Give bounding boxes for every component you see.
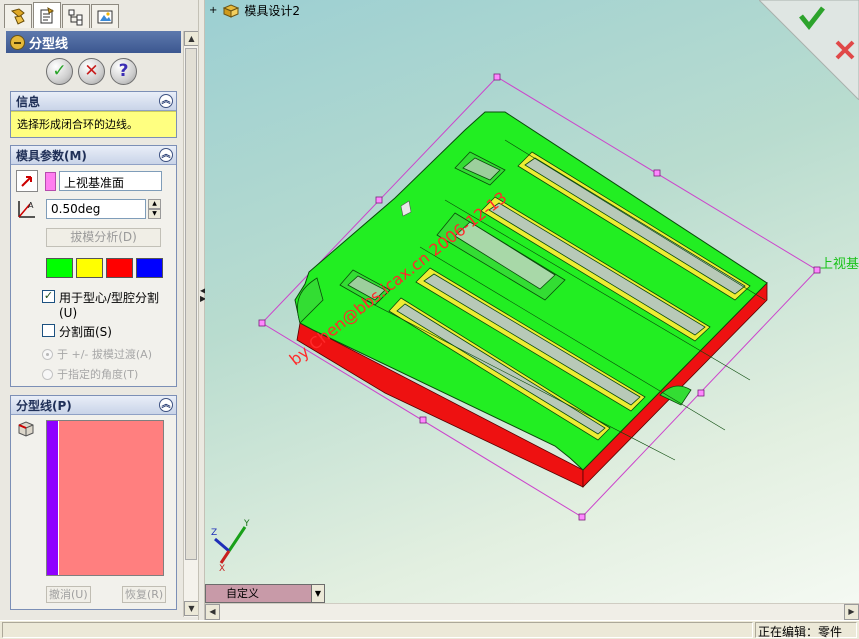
confirmation-corner	[759, 0, 859, 100]
parting-line-edge-list[interactable]	[46, 420, 164, 576]
parting-line-feature-icon	[10, 34, 25, 50]
collapse-icon[interactable]: ︽	[159, 398, 173, 412]
property-manager-title: 分型线	[6, 31, 181, 53]
scroll-left-icon[interactable]: ◀	[205, 604, 220, 620]
scroll-right-icon[interactable]: ▶	[844, 604, 859, 620]
spin-down-icon[interactable]: ▼	[148, 209, 161, 219]
feature-tree-icon	[10, 7, 25, 25]
help-icon: ?	[118, 61, 129, 81]
draft-angle-spinner[interactable]: ▲ ▼	[148, 199, 161, 219]
view-orientation-select[interactable]: 自定义 ▼	[205, 584, 325, 603]
draft-analysis-button[interactable]: 拔模分析(D)	[46, 228, 161, 247]
split-faces-checkbox-row[interactable]: 分割面(S)	[42, 323, 112, 340]
draft-angle-row: A 0.50deg ▲ ▼	[16, 198, 161, 220]
property-manager-scrollbar[interactable]: ▲ ▼	[183, 31, 199, 617]
close-icon: ✕	[84, 61, 99, 81]
svg-text:A: A	[28, 201, 34, 210]
collapse-icon[interactable]: ︽	[159, 148, 173, 162]
part-name: 模具设计2	[244, 4, 301, 18]
manager-tabs	[4, 2, 120, 30]
edge-selection-icon	[18, 421, 34, 437]
color-swatch-negative[interactable]	[106, 258, 133, 278]
panel-splitter[interactable]: ◀ ▶	[198, 0, 206, 620]
reverse-direction-button[interactable]	[16, 170, 38, 192]
scroll-thumb[interactable]	[185, 48, 197, 560]
reference-triad: Y Z X	[211, 519, 250, 571]
mold-params-title: 模具参数(M)	[16, 148, 87, 163]
draft-angle-field[interactable]: 0.50deg	[46, 199, 146, 219]
mold-params-header[interactable]: 模具参数(M) ︽	[11, 146, 176, 165]
chevron-down-icon[interactable]: ▼	[311, 585, 324, 602]
transition-option-row[interactable]: 于 +/- 拔模过渡(A)	[42, 346, 152, 362]
help-button[interactable]: ?	[110, 58, 137, 85]
configuration-icon	[68, 9, 83, 25]
color-swatch-positive[interactable]	[46, 258, 73, 278]
reverse-direction-icon	[21, 176, 32, 187]
plane-label: 上视基	[820, 257, 859, 272]
tab-feature-manager[interactable]	[4, 4, 32, 28]
angle-label: 于指定的角度(T)	[57, 368, 139, 381]
scroll-up-icon[interactable]: ▲	[184, 31, 199, 46]
ok-button[interactable]: ✓	[46, 58, 73, 85]
core-cavity-checkbox-row[interactable]: ✓ 用于型心/型腔分割(U)	[42, 289, 172, 320]
angle-radio[interactable]	[42, 368, 53, 380]
draft-angle-icon: A	[18, 201, 35, 218]
solidworks-window: 分型线 ✓ ✕ ? 信息 ︽ 选择形成闭合环的边线。 模具参数(M) ︽ 上视基…	[0, 0, 859, 639]
redo-button[interactable]: 恢复(R)	[122, 586, 167, 603]
parting-line-title: 分型线(P)	[16, 398, 72, 413]
core-cavity-checkbox[interactable]: ✓	[42, 290, 55, 303]
view-orientation-value: 自定义	[226, 587, 259, 600]
expand-icon[interactable]: +	[209, 5, 217, 16]
selection-color-swatch	[45, 171, 56, 191]
feature-tree-flyout-item[interactable]: + 模具设计2	[209, 2, 300, 19]
triad-y-label: Y	[243, 519, 250, 529]
scroll-down-icon[interactable]: ▼	[184, 601, 199, 616]
status-bar: 正在编辑：零件	[0, 620, 859, 639]
pull-direction-field[interactable]: 上视基准面	[59, 171, 162, 191]
spin-up-icon[interactable]: ▲	[148, 199, 161, 209]
parting-line-group: 分型线(P) ︽ 撤消(U) 恢复(R)	[10, 395, 177, 610]
part-icon	[223, 3, 240, 18]
angle-option-row[interactable]: 于指定的角度(T)	[42, 366, 138, 382]
property-manager-actions: ✓ ✕ ?	[46, 58, 137, 85]
graphics-area[interactable]: 上视基 by Chen@bbs.icax.cn 2006-12-13 + 模具设…	[205, 0, 859, 620]
triad-x-label: X	[219, 564, 225, 571]
transition-radio[interactable]	[42, 348, 53, 360]
tab-configuration-manager[interactable]	[62, 4, 90, 28]
color-swatch-required[interactable]	[76, 258, 103, 278]
tab-property-manager[interactable]	[33, 2, 61, 28]
split-faces-label: 分割面(S)	[59, 325, 112, 339]
property-manager-panel: 分型线 ✓ ✕ ? 信息 ︽ 选择形成闭合环的边线。 模具参数(M) ︽ 上视基…	[0, 0, 201, 620]
horizontal-scrollbar[interactable]: ◀ ▶	[205, 603, 859, 620]
selection-stripe	[47, 421, 59, 575]
pull-direction-row: 上视基准面	[16, 170, 162, 192]
status-text: 正在编辑：零件	[758, 625, 843, 639]
core-cavity-label: 用于型心/型腔分割(U)	[59, 291, 160, 320]
triad-z-label: Z	[211, 528, 217, 538]
draft-color-swatches	[46, 258, 163, 278]
info-group: 信息 ︽ 选择形成闭合环的边线。	[10, 91, 177, 138]
tab-display-manager[interactable]	[91, 4, 119, 28]
undo-button[interactable]: 撤消(U)	[46, 586, 91, 603]
status-cell-main	[2, 622, 753, 638]
check-icon: ✓	[52, 61, 67, 81]
color-swatch-straddle[interactable]	[136, 258, 163, 278]
display-manager-icon	[97, 10, 113, 23]
mold-params-group: 模具参数(M) ︽ 上视基准面 A 0.50deg ▲ ▼ 拔模分析(D) ✓ …	[10, 145, 177, 387]
property-manager-icon	[40, 6, 55, 23]
transition-label: 于 +/- 拔模过渡(A)	[57, 348, 152, 361]
collapse-icon[interactable]: ︽	[159, 94, 173, 108]
feature-title: 分型线	[29, 36, 69, 52]
info-group-title: 信息	[16, 94, 41, 109]
info-message: 选择形成闭合环的边线。	[11, 111, 176, 137]
split-faces-checkbox[interactable]	[42, 324, 55, 337]
cancel-button[interactable]: ✕	[78, 58, 105, 85]
parting-line-header[interactable]: 分型线(P) ︽	[11, 396, 176, 415]
info-group-header[interactable]: 信息 ︽	[11, 92, 176, 111]
